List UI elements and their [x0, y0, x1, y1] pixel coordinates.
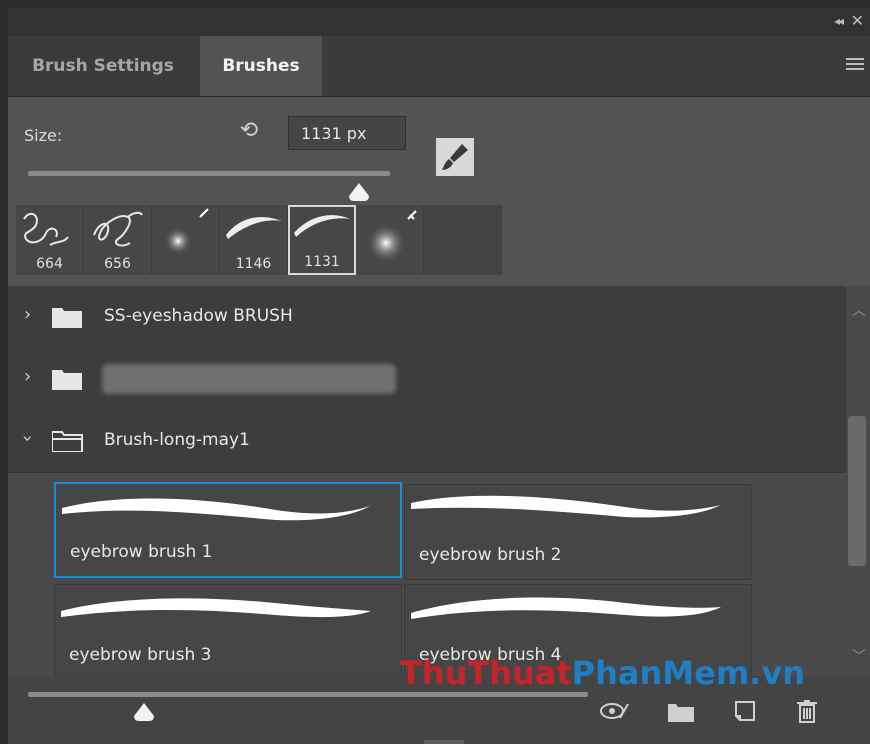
scroll-down-icon[interactable]: ﹀	[852, 646, 866, 666]
recent-brush[interactable]: 656	[84, 205, 152, 275]
size-slider-track[interactable]	[28, 171, 390, 176]
size-label: Size:	[24, 126, 63, 145]
brush-name: eyebrow brush 3	[69, 645, 212, 665]
scrollbar[interactable]: ︿ ﹀	[846, 286, 870, 676]
brush-item[interactable]: eyebrow brush 2	[404, 484, 752, 580]
chevron-down-icon[interactable]: ›	[17, 435, 38, 442]
recent-brush-size: 664	[36, 256, 63, 272]
recent-brush[interactable]: 664	[16, 205, 84, 275]
brush-item[interactable]: eyebrow brush 3	[54, 584, 402, 680]
eyebrow-brush-stroke-icon	[62, 498, 370, 521]
new-brush-icon[interactable]	[730, 698, 760, 724]
folder-row[interactable]: ›	[8, 348, 846, 411]
delete-trash-icon[interactable]	[792, 698, 822, 724]
preview-size-slider-track[interactable]	[28, 692, 588, 697]
recent-brushes-row: 664 656 1146 1131	[16, 205, 502, 275]
close-icon[interactable]: ✕	[851, 11, 864, 30]
recent-brush-selected[interactable]: 1131	[288, 205, 356, 275]
brush-name: eyebrow brush 1	[70, 542, 213, 562]
double-chevron-left-icon[interactable]: ◂◂	[834, 14, 844, 28]
panel-menu-icon[interactable]	[846, 58, 864, 72]
new-group-folder-icon[interactable]	[666, 698, 696, 724]
eyebrow-brush-stroke-icon	[61, 598, 371, 618]
eyebrow-brush-icon	[226, 217, 282, 239]
brush-item[interactable]: eyebrow brush 4	[404, 584, 752, 680]
swirl-brush-icon	[23, 212, 69, 246]
panel-titlebar: ◂◂ ✕	[8, 8, 870, 36]
recent-brush[interactable]: 1146	[220, 205, 288, 275]
folder-icon	[52, 370, 82, 390]
recent-brush[interactable]	[152, 205, 220, 275]
brush-name: eyebrow brush 4	[419, 645, 562, 665]
folder-name: SS-eyeshadow BRUSH	[104, 306, 293, 326]
tab-brush-settings[interactable]: Brush Settings	[8, 36, 198, 96]
chevron-right-icon[interactable]: ›	[24, 304, 31, 325]
size-slider-thumb[interactable]	[347, 182, 371, 202]
folder-icon	[52, 308, 82, 328]
size-input[interactable]: 1131 px	[288, 116, 406, 150]
reset-size-icon[interactable]: ⟲	[234, 118, 264, 148]
recent-brush-size: 1131	[304, 254, 340, 270]
eyebrow-brush-icon	[294, 215, 350, 237]
brush-list: › SS-eyeshadow BRUSH › › Brush-long-may1	[8, 286, 846, 680]
bottom-toolbar	[8, 676, 870, 744]
resize-grip[interactable]	[424, 740, 464, 744]
soft-round-brush-icon	[164, 208, 209, 255]
soft-round-brush-icon	[366, 210, 417, 263]
brush-item-selected[interactable]: eyebrow brush 1	[54, 482, 402, 578]
toggle-preview-icon[interactable]	[600, 698, 630, 724]
eyebrow-brush-stroke-icon	[411, 495, 721, 518]
folder-open-icon	[52, 431, 83, 452]
eyebrow-brush-stroke-icon	[411, 597, 721, 619]
brushes-panel: ◂◂ ✕ Brush Settings Brushes Size: ⟲ 1131…	[8, 8, 870, 744]
recent-brush-size: 656	[104, 256, 131, 272]
folder-name: Brush-long-may1	[104, 430, 250, 450]
chevron-right-icon[interactable]: ›	[24, 366, 31, 387]
tab-bar: Brush Settings Brushes	[8, 36, 870, 97]
brush-name: eyebrow brush 2	[419, 545, 562, 565]
brush-tool-icon[interactable]	[436, 138, 474, 176]
swirl-brush-icon	[93, 211, 143, 247]
folder-row[interactable]: › SS-eyeshadow BRUSH	[8, 286, 846, 349]
preview-size-slider-thumb[interactable]	[132, 702, 156, 722]
scroll-up-icon[interactable]: ︿	[852, 300, 866, 320]
blurred-folder-name	[102, 364, 396, 394]
tab-brushes[interactable]: Brushes	[200, 36, 322, 96]
folder-row-expanded[interactable]: › Brush-long-may1	[8, 410, 846, 473]
recent-brush-size: 1146	[235, 256, 272, 272]
scrollbar-thumb[interactable]	[848, 416, 866, 566]
recent-brush[interactable]	[356, 205, 424, 275]
